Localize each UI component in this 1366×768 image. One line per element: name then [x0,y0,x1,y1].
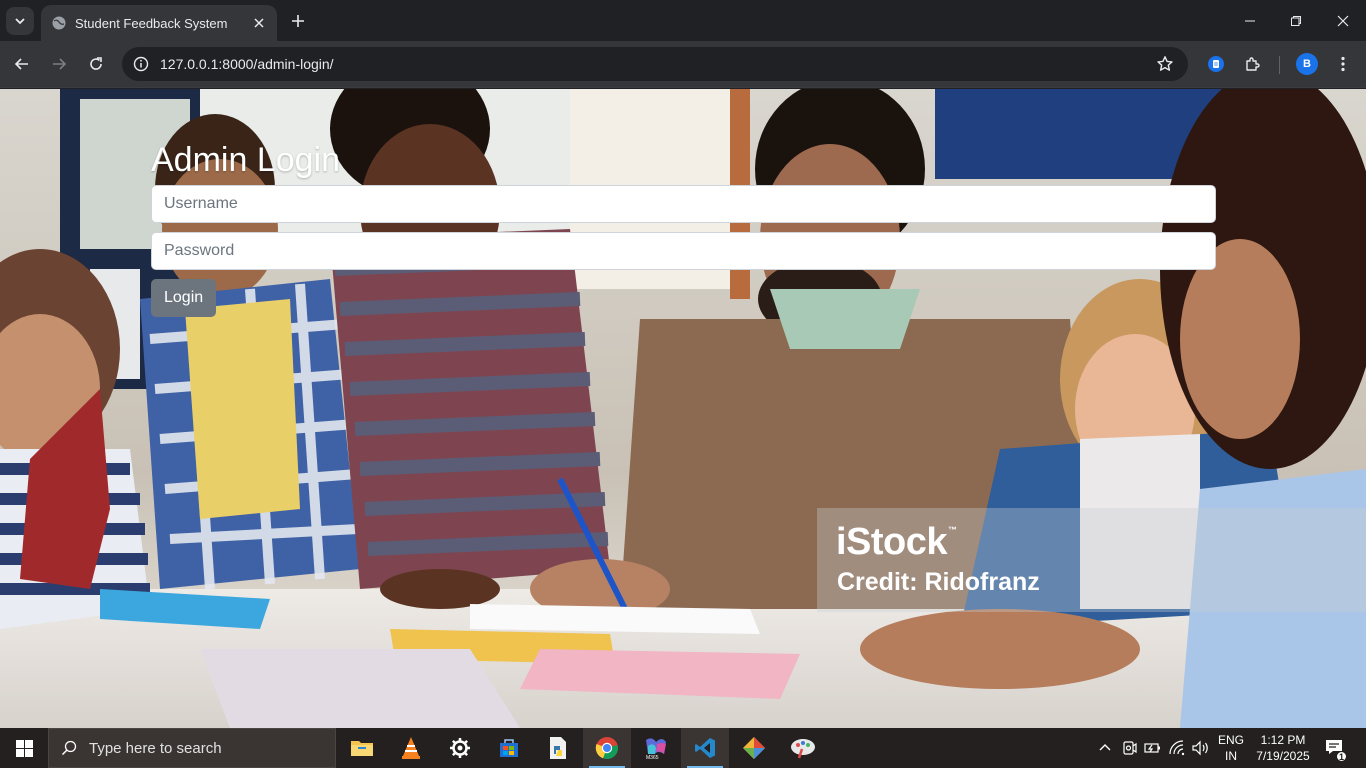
microsoft-store-app[interactable] [485,728,533,768]
minimize-icon [1245,20,1255,21]
vscode-app[interactable] [681,728,729,768]
battery-charging-icon [1144,743,1160,753]
restore-button[interactable] [1273,0,1319,41]
toolbar-divider [1279,56,1280,74]
folder-icon [351,741,373,756]
url-text: 127.0.0.1:8000/admin-login/ [160,56,334,72]
battery-tray[interactable] [1142,728,1164,768]
palette-icon [791,739,815,759]
forward-button[interactable] [45,50,73,78]
file-explorer-app[interactable] [338,728,386,768]
language-code: ENG [1217,733,1244,747]
minimize-button[interactable] [1227,0,1273,41]
tab-title: Student Feedback System [75,15,228,31]
vlc-cone-icon [402,737,420,759]
start-button[interactable] [0,728,48,768]
page-title: Admin Login [151,141,341,179]
input-language-indicator[interactable]: ENG IN [1214,728,1248,768]
watermark-credit: Credit: Ridofranz [837,568,1040,596]
profile-avatar[interactable]: B [1296,53,1318,75]
close-icon [1337,15,1349,26]
m365-icon: M365 [646,738,666,760]
page-viewport: iStock™ Credit: Ridofranz Admin Login Lo… [0,89,1366,728]
password-input[interactable] [151,232,1216,270]
meet-camera-icon [1123,741,1137,755]
plus-icon [292,15,304,27]
arrow-left-icon [14,58,28,70]
url-path: :8000/admin-login/ [218,56,334,72]
address-bar[interactable]: 127.0.0.1:8000/admin-login/ [122,47,1188,81]
bookmark-star-icon[interactable] [1156,55,1174,73]
watermark-trademark: ™ [948,525,957,535]
watermark-logo: iStock™ [836,521,957,564]
admin-login-form: Admin Login Login [151,139,1216,317]
python-idle-app[interactable] [534,728,582,768]
menu-kebab-icon[interactable] [1333,54,1353,74]
git-diamond-icon [743,737,765,759]
back-button[interactable] [8,50,36,78]
site-info-icon[interactable] [124,56,158,72]
taskbar-search-box[interactable]: Type here to search [48,728,336,768]
meet-now-tray[interactable] [1118,728,1140,768]
browser-toolbar: 127.0.0.1:8000/admin-login/ B [0,41,1366,88]
clock[interactable]: 1:12 PM 7/19/2025 [1250,728,1316,768]
wifi-icon [1169,740,1185,756]
extension-doc-icon[interactable] [1206,54,1226,74]
action-center-button[interactable]: 1 [1320,728,1350,768]
settings-app[interactable] [436,728,484,768]
chevron-up-icon [1099,744,1111,751]
browser-tab-active[interactable]: Student Feedback System [41,5,277,41]
tab-close-icon[interactable] [251,15,267,31]
svg-text:M365: M365 [646,755,659,760]
vlc-app[interactable] [387,728,435,768]
show-hidden-icons-button[interactable] [1094,728,1116,768]
region-code: IN [1224,749,1237,763]
taskbar-search-placeholder: Type here to search [89,739,222,757]
notification-count-badge: 1 [1336,751,1347,762]
volume-tray[interactable] [1190,728,1212,768]
watermark-brand: iStock [836,521,948,563]
gear-icon [450,738,470,758]
clock-time: 1:12 PM [1260,733,1306,747]
globe-icon [51,15,67,31]
username-input[interactable] [151,185,1216,223]
new-tab-button[interactable] [286,9,310,33]
clock-date: 7/19/2025 [1256,749,1310,763]
chrome-icon [595,737,618,760]
arrow-right-icon [53,58,67,70]
reload-icon [90,57,102,70]
windows-logo-icon [15,739,33,757]
close-window-button[interactable] [1320,0,1366,41]
network-tray[interactable] [1166,728,1188,768]
restore-icon [1291,15,1301,26]
store-bag-icon [500,739,518,757]
browser-tab-strip: Student Feedback System [0,0,1366,41]
tab-search-button[interactable] [6,7,34,35]
login-button[interactable]: Login [151,279,217,317]
windows-taskbar: Type here to search M365 ENG IN 1:12 PM … [0,728,1366,768]
url-host: 127.0.0.1 [160,56,219,72]
python-file-icon [550,737,566,759]
paint-app[interactable] [779,728,827,768]
vscode-icon [695,738,715,758]
speaker-icon [1192,740,1208,756]
chevron-down-icon [15,18,25,25]
search-icon [49,740,89,756]
reload-button[interactable] [82,50,110,78]
microsoft-365-app[interactable]: M365 [632,728,680,768]
extensions-puzzle-icon[interactable] [1243,54,1263,74]
chrome-app[interactable] [583,728,631,768]
git-app[interactable] [730,728,778,768]
